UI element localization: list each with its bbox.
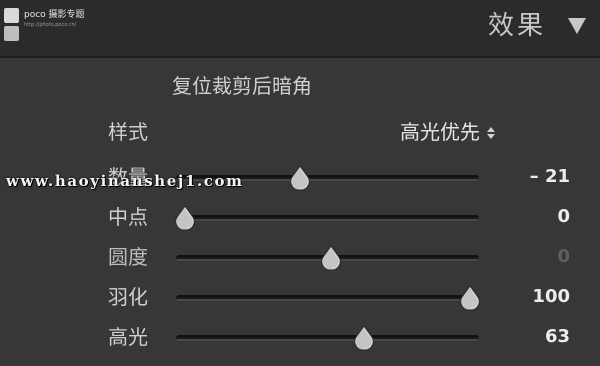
reset-vignette-button[interactable]: 复位裁剪后暗角: [172, 72, 312, 100]
slider-value[interactable]: 0: [520, 243, 570, 271]
slider-value[interactable]: – 21: [520, 163, 570, 191]
slider-thumb[interactable]: [459, 285, 481, 311]
slider-thumb[interactable]: [289, 165, 311, 191]
slider-thumb[interactable]: [320, 245, 342, 271]
slider-row-midpoint: 中点 0: [0, 197, 600, 237]
slider-label: 中点: [108, 205, 148, 229]
poco-logo: poco 摄影专题 http://photo.poco.cn/: [4, 8, 85, 42]
slider-value[interactable]: 63: [520, 323, 570, 351]
slider-value[interactable]: 100: [520, 283, 570, 311]
panel-title: 效果: [487, 11, 546, 41]
slider-row-roundness: 圆度 0: [0, 237, 600, 277]
style-value: 高光优先: [400, 120, 480, 144]
slider-track[interactable]: [176, 285, 480, 311]
style-select[interactable]: 高光优先: [400, 118, 495, 146]
slider-label: 圆度: [108, 245, 148, 269]
style-label: 样式: [108, 120, 148, 144]
triangle-down-icon[interactable]: [568, 18, 586, 34]
slider-track[interactable]: [176, 165, 479, 191]
logo-mark-icon: [4, 8, 20, 42]
panel-header[interactable]: poco 摄影专题 http://photo.poco.cn/ 效果: [0, 0, 600, 58]
up-down-arrows-icon: [487, 127, 495, 139]
logo-brand: poco 摄影专题: [24, 10, 85, 20]
slider-row-highlights: 高光 63: [0, 317, 600, 357]
slider-value[interactable]: 0: [520, 203, 570, 231]
slider-track[interactable]: [176, 245, 479, 271]
slider-track[interactable]: [176, 325, 479, 351]
slider-row-feather: 羽化 100: [0, 277, 600, 317]
slider-label: 羽化: [108, 285, 148, 309]
effects-panel: poco 摄影专题 http://photo.poco.cn/ 效果 复位裁剪后…: [0, 0, 600, 366]
slider-thumb[interactable]: [353, 325, 375, 351]
slider-track[interactable]: [175, 205, 479, 231]
slider-thumb[interactable]: [174, 205, 196, 231]
slider-label: 高光: [108, 325, 148, 349]
slider-row-amount: 数量 – 21: [0, 157, 600, 197]
slider-label: 数量: [108, 165, 148, 189]
logo-url: http://photo.poco.cn/: [24, 22, 77, 28]
